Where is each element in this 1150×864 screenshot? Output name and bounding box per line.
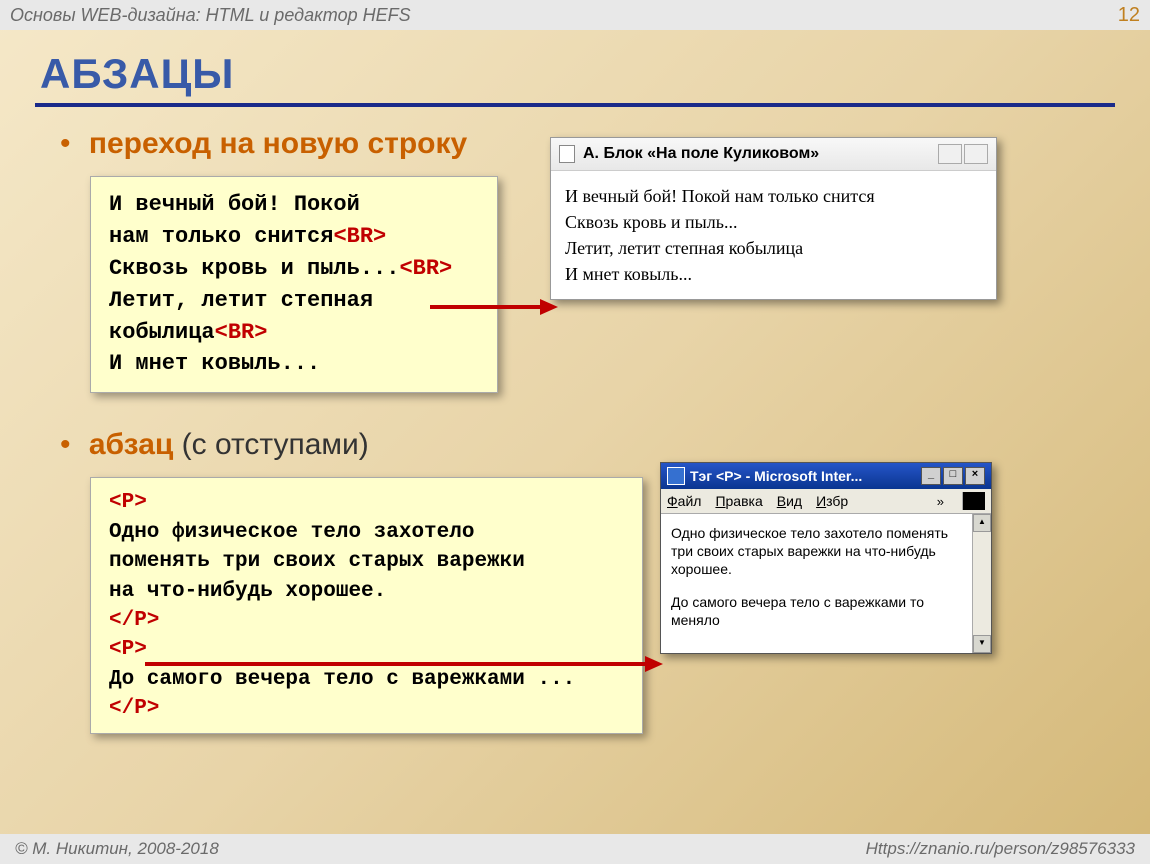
preview1-line: И вечный бой! Покой нам только снится xyxy=(565,183,982,209)
menu-file[interactable]: Файл xyxy=(667,493,701,509)
preview2-window-title: Тэг <P> - Microsoft Inter... xyxy=(690,468,862,484)
page-icon xyxy=(559,145,575,163)
br-tag: <BR> xyxy=(333,224,386,249)
preview1-tab: А. Блок «На поле Куликовом» xyxy=(551,138,996,171)
preview1-line: И мнет ковыль... xyxy=(565,261,982,287)
home-icon[interactable] xyxy=(938,144,962,164)
bullet2-rest: (с отступами) xyxy=(173,428,368,461)
minimize-button[interactable]: _ xyxy=(921,467,941,485)
top-bar: Основы WEB-дизайна: HTML и редактор HEFS… xyxy=(0,0,1150,30)
maximize-button[interactable]: □ xyxy=(943,467,963,485)
browser-preview-2: Тэг <P> - Microsoft Inter... _ □ × Файл … xyxy=(660,462,992,654)
code-box-p: <P> Одно физическое тело захотело поменя… xyxy=(90,477,643,734)
bullet2-bold: абзац xyxy=(89,428,173,461)
page-number: 12 xyxy=(1118,4,1140,27)
preview1-tab-title: А. Блок «На поле Куликовом» xyxy=(583,145,819,163)
code-line: поменять три своих старых варежки xyxy=(109,547,624,576)
p-tag: </P> xyxy=(109,694,624,723)
code-line: Летит, летит степная xyxy=(109,288,373,313)
section-2: • абзац (с отступами) <P> Одно физическо… xyxy=(60,428,1110,734)
preview2-menubar: Файл Правка Вид Избр » xyxy=(661,489,991,514)
code-line: кобылица xyxy=(109,320,215,345)
footer: © М. Никитин, 2008-2018 Https://znanio.r… xyxy=(0,834,1150,864)
preview1-line: Сквозь кровь и пыль... xyxy=(565,209,982,235)
arrow-2 xyxy=(145,654,665,674)
browser-preview-1: А. Блок «На поле Куликовом» И вечный бой… xyxy=(550,137,997,300)
footer-right: Https://znanio.ru/person/z98576333 xyxy=(866,839,1135,859)
code-line: Одно физическое тело захотело xyxy=(109,518,624,547)
preview1-body: И вечный бой! Покой нам только снится Ск… xyxy=(551,171,996,299)
bullet1-text: переход на новую строку xyxy=(89,127,467,160)
bullet-2: • абзац (с отступами) xyxy=(60,428,1110,462)
p-tag: <P> xyxy=(109,488,624,517)
preview2-body: Одно физическое тело захотело поменять т… xyxy=(661,514,972,653)
close-button[interactable]: × xyxy=(965,467,985,485)
preview2-p1: Одно физическое тело захотело поменять т… xyxy=(671,524,962,579)
code-line: нам только снится xyxy=(109,224,333,249)
preview1-line: Летит, летит степная кобылица xyxy=(565,235,982,261)
menu-fav[interactable]: Избр xyxy=(816,493,848,509)
content-area: • переход на новую строку И вечный бой! … xyxy=(0,107,1150,734)
slide-title: АБЗАЦЫ xyxy=(0,30,1150,103)
p-tag: </P> xyxy=(109,606,624,635)
subject-text: Основы WEB-дизайна: HTML и редактор HEFS xyxy=(10,5,411,26)
code-line: И мнет ковыль... xyxy=(109,351,320,376)
arrow-1 xyxy=(430,297,560,317)
bullet-dot-icon: • xyxy=(60,127,71,160)
tab-action-icons xyxy=(938,144,988,164)
ie-icon xyxy=(667,467,685,485)
preview2-p2: До самого вечера тело с варежками то мен… xyxy=(671,593,962,629)
scroll-down-icon[interactable]: ▼ xyxy=(973,635,991,653)
preview2-titlebar: Тэг <P> - Microsoft Inter... _ □ × xyxy=(661,463,991,489)
scrollbar[interactable]: ▲ ▼ xyxy=(972,514,991,653)
br-tag: <BR> xyxy=(215,320,268,345)
menu-view[interactable]: Вид xyxy=(777,493,802,509)
window-buttons: _ □ × xyxy=(921,467,985,485)
code-line: И вечный бой! Покой xyxy=(109,192,360,217)
footer-left: © М. Никитин, 2008-2018 xyxy=(15,839,219,859)
throbber-icon xyxy=(962,492,985,510)
menu-overflow-icon[interactable]: » xyxy=(937,494,944,509)
code-line: на что-нибудь хорошее. xyxy=(109,577,624,606)
code-box-br: И вечный бой! Покой нам только снится<BR… xyxy=(90,176,498,393)
dropdown-icon[interactable] xyxy=(964,144,988,164)
menu-edit[interactable]: Правка xyxy=(715,493,762,509)
br-tag: <BR> xyxy=(399,256,452,281)
scroll-up-icon[interactable]: ▲ xyxy=(973,514,991,532)
code-line: Сквозь кровь и пыль... xyxy=(109,256,399,281)
bullet-dot-icon: • xyxy=(60,428,71,461)
